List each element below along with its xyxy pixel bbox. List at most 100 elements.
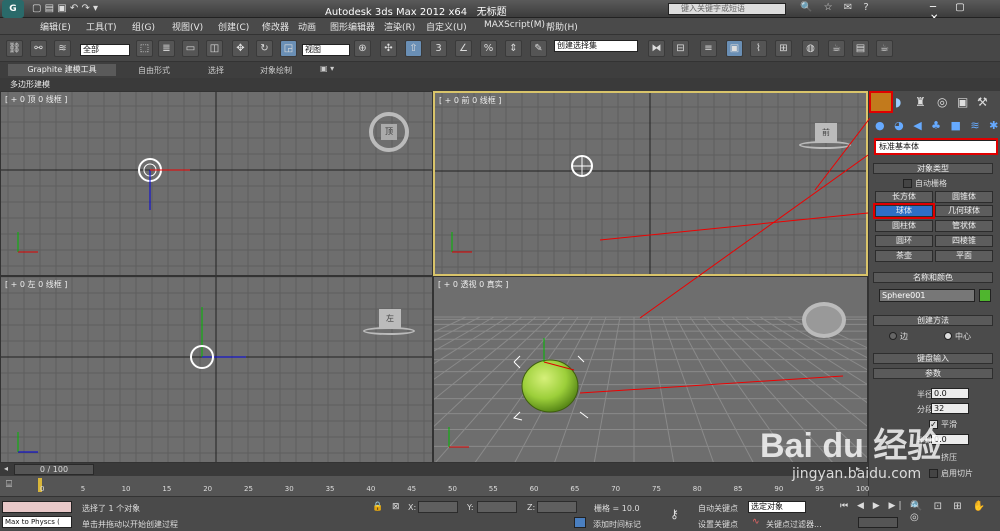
viewcube-front[interactable]: 前	[815, 123, 837, 143]
time-slider[interactable]: ◂ 0 / 100 ▸	[0, 463, 868, 476]
selection-filter-dropdown[interactable]: 全部	[80, 44, 130, 56]
y-coord-field[interactable]	[477, 501, 517, 513]
current-frame-field[interactable]	[858, 517, 898, 528]
move-icon[interactable]: ✥	[232, 40, 249, 57]
named-selection-dropdown[interactable]: 创建选择集	[554, 40, 638, 52]
object-name-field[interactable]: Sphere001	[879, 289, 975, 302]
menu-item-0[interactable]: 编辑(E)	[40, 20, 71, 33]
x-coord-field[interactable]	[418, 501, 458, 513]
graphite-toggle-icon[interactable]: ▣	[726, 40, 743, 57]
parameters-rollout[interactable]: 参数	[873, 368, 993, 379]
render-icon[interactable]: ☕	[876, 40, 893, 57]
key-icon[interactable]: ⚷	[670, 507, 679, 521]
rect-selection-icon[interactable]: ▭	[182, 40, 199, 57]
ribbon-tab-freeform[interactable]: 自由形式	[138, 65, 170, 76]
z-coord-field[interactable]	[537, 501, 577, 513]
percent-snap-icon[interactable]: %	[480, 40, 497, 57]
create-category-icons[interactable]: ● ◕ ◀ ♣ ■ ≋ ✱	[875, 119, 1000, 132]
tube-button[interactable]: 管状体	[935, 220, 993, 232]
align-icon[interactable]: ⊟	[672, 40, 689, 57]
viewcube-left[interactable]: 左	[379, 309, 401, 329]
viewcube-persp[interactable]	[802, 302, 846, 338]
menu-item-8[interactable]: 渲染(R)	[384, 20, 415, 33]
select-by-name-icon[interactable]: ≣	[158, 40, 175, 57]
auto-key-label[interactable]: 自动关键点	[698, 503, 738, 514]
viewport-left[interactable]: [ + 0 左 0 线框 ] 左	[0, 276, 433, 463]
viewport-persp-label[interactable]: [ + 0 透视 0 真实 ]	[438, 279, 508, 290]
display-tab-icon[interactable]: ▣	[957, 95, 968, 109]
teapot-button[interactable]: 茶壶	[875, 250, 933, 262]
menu-item-2[interactable]: 组(G)	[132, 20, 155, 33]
unlink-icon[interactable]: ⚯	[30, 40, 47, 57]
edit-named-sel-icon[interactable]: ✎	[530, 40, 547, 57]
key-filters-button[interactable]: 关键点过滤器...	[766, 519, 822, 530]
menu-item-5[interactable]: 修改器	[262, 20, 289, 33]
plane-button[interactable]: 平面	[935, 250, 993, 262]
menu-item-4[interactable]: 创建(C)	[218, 20, 249, 33]
curve-editor-icon[interactable]: ⌇	[750, 40, 767, 57]
creation-method-rollout[interactable]: 创建方法	[873, 315, 993, 326]
segments-spinner[interactable]: 32	[931, 403, 969, 414]
keyboard-entry-rollout[interactable]: 键盘输入	[873, 353, 993, 364]
rendered-frame-icon[interactable]: ▤	[852, 40, 869, 57]
infocenter-icons[interactable]: 🔍 ☆ ✉ ?	[800, 2, 873, 13]
time-tag-icon[interactable]	[574, 517, 586, 528]
quick-access-icons[interactable]: ▢ ▤ ▣ ↶ ↷ ▾	[32, 3, 98, 14]
ribbon-tab-object-paint[interactable]: 对象绘制	[260, 65, 292, 76]
name-color-rollout[interactable]: 名称和颜色	[873, 272, 993, 283]
snaps-toggle-icon[interactable]: 3	[430, 40, 447, 57]
menu-item-1[interactable]: 工具(T)	[86, 20, 117, 33]
absolute-mode-icon[interactable]: ⊠	[392, 502, 400, 512]
ribbon-sub-polymodel[interactable]: 多边形建模	[10, 79, 50, 90]
search-input[interactable]: 键入关键字或短语	[668, 3, 786, 15]
utilities-tab-icon[interactable]: ⚒	[977, 95, 988, 109]
hierarchy-tab-icon[interactable]: ♜	[915, 95, 926, 109]
track-bar[interactable]: ⌸ 0 5 10 15 20 25 30 35 40 45 50 55 60 65 70 75 80 85 90 95…	[0, 476, 869, 496]
script-listener-field[interactable]: Max to Physcs (	[2, 516, 72, 528]
schematic-view-icon[interactable]: ⊞	[775, 40, 792, 57]
geosphere-button[interactable]: 几何球体	[935, 205, 993, 217]
menu-item-7[interactable]: 图形编辑器	[330, 20, 375, 33]
torus-button[interactable]: 圆环	[875, 235, 933, 247]
viewport-front[interactable]: [ + 0 前 0 线框 ] 前	[433, 91, 868, 276]
menu-item-3[interactable]: 视图(V)	[172, 20, 203, 33]
menu-item-6[interactable]: 动画	[298, 20, 316, 33]
viewport-nav-controls[interactable]: 🔍 ⊡ ⊞ ✋ ◎	[910, 501, 1000, 523]
ref-coord-dropdown[interactable]: 视图	[302, 44, 350, 56]
radius-spinner[interactable]: 0.0	[931, 388, 969, 399]
script-input-top[interactable]	[2, 501, 72, 513]
menu-item-11[interactable]: 帮助(H)	[546, 20, 578, 33]
key-mode-dropdown[interactable]: 选定对象	[748, 501, 806, 513]
viewport-left-label[interactable]: [ + 0 左 0 线框 ]	[5, 279, 67, 290]
render-setup-icon[interactable]: ☕	[828, 40, 845, 57]
cone-button[interactable]: 圆锥体	[935, 191, 993, 203]
menu-item-9[interactable]: 自定义(U)	[426, 20, 467, 33]
cylinder-button[interactable]: 圆柱体	[875, 220, 933, 232]
center-radio[interactable]	[944, 332, 952, 340]
set-key-label[interactable]: 设置关键点	[698, 519, 738, 530]
material-editor-icon[interactable]: ◍	[802, 40, 819, 57]
window-crossing-icon[interactable]: ◫	[206, 40, 223, 57]
mirror-icon[interactable]: ⧓	[648, 40, 665, 57]
angle-snap-icon[interactable]: ∠	[455, 40, 472, 57]
ribbon-tab-graphite[interactable]: Graphite 建模工具	[8, 64, 116, 76]
rotate-icon[interactable]: ↻	[256, 40, 273, 57]
object-type-rollout[interactable]: 对象类型	[873, 163, 993, 174]
bind-spacewarp-icon[interactable]: ≋	[54, 40, 71, 57]
select-manipulate-icon[interactable]: ✣	[380, 40, 397, 57]
object-color-swatch[interactable]	[979, 289, 991, 302]
viewcube-top-face[interactable]: 顶	[381, 124, 397, 140]
viewport-top[interactable]: [ + 0 顶 0 线框 ] 顶	[0, 91, 433, 276]
autogrid-checkbox[interactable]	[903, 179, 912, 188]
pivot-icon[interactable]: ⊕	[354, 40, 371, 57]
edge-radio[interactable]	[889, 332, 897, 340]
keyboard-shortcut-icon[interactable]: ⇧	[405, 40, 422, 57]
ribbon-options-icon[interactable]: ▣ ▾	[320, 64, 334, 73]
motion-tab-icon[interactable]: ◎	[937, 95, 947, 109]
pyramid-button[interactable]: 四棱锥	[935, 235, 993, 247]
slice-checkbox[interactable]	[929, 469, 938, 478]
layer-manager-icon[interactable]: ≡	[700, 40, 717, 57]
add-time-tag[interactable]: 添加时间标记	[593, 519, 641, 530]
ribbon-tab-selection[interactable]: 选择	[208, 65, 224, 76]
scale-icon[interactable]: ◲	[280, 40, 297, 57]
